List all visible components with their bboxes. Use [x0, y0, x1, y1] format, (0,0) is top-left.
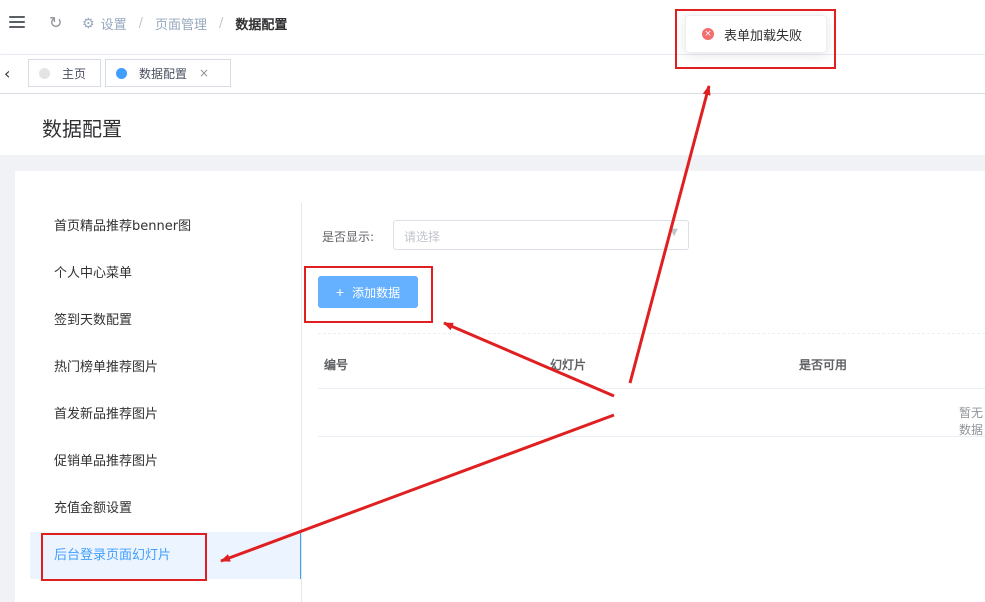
menu-item-promo-product-images[interactable]: 促销单品推荐图片 — [30, 438, 302, 485]
tab-home[interactable]: 主页 — [28, 59, 101, 87]
chevron-down-icon: ▼ — [670, 227, 678, 238]
tags-view-bar: ‹ 主页 数据配置 × — [0, 55, 985, 94]
plus-icon: + — [335, 284, 345, 300]
breadcrumb-item-page-management[interactable]: 页面管理 — [155, 14, 207, 33]
empty-text: 暂无数据 — [959, 406, 984, 437]
menu-divider — [301, 203, 302, 602]
add-data-button[interactable]: + 添加数据 — [318, 276, 418, 308]
tab-dot-icon — [116, 67, 127, 79]
toast-message: 表单加载失败 — [724, 28, 803, 44]
breadcrumb: ⚙ 设置 / 页面管理 / 数据配置 — [82, 14, 288, 34]
breadcrumb-item-settings[interactable]: 设置 — [101, 14, 127, 33]
chevron-left-icon[interactable]: ‹ — [4, 64, 10, 83]
divider — [318, 333, 985, 334]
menu-item-recharge-amount[interactable]: 充值金额设置 — [30, 485, 302, 532]
page-title: 数据配置 — [42, 117, 122, 141]
menu-item-new-product-images[interactable]: 首发新品推荐图片 — [30, 391, 302, 438]
gear-icon: ⚙ — [82, 15, 95, 32]
menu-item-home-banner[interactable]: 首页精品推荐benner图 — [30, 203, 302, 250]
tab-dot-icon — [39, 67, 50, 79]
column-header-id: 编号 — [324, 358, 349, 372]
error-icon: × — [702, 28, 714, 40]
tab-label: 数据配置 — [139, 66, 188, 81]
menu-item-login-slides[interactable]: 后台登录页面幻灯片 — [30, 532, 302, 579]
filter-label-is-visible: 是否显示: — [322, 230, 375, 244]
error-toast: × 表单加载失败 — [685, 15, 827, 53]
column-header-slide: 幻灯片 — [550, 358, 587, 372]
breadcrumb-separator: / — [138, 16, 143, 31]
table-empty-row: 暂无数据 — [318, 389, 985, 437]
close-icon[interactable]: × — [199, 66, 209, 80]
top-navbar: ↻ ⚙ 设置 / 页面管理 / 数据配置 — [0, 0, 985, 55]
menu-item-hot-ranking-images[interactable]: 热门榜单推荐图片 — [30, 344, 302, 391]
select-placeholder: 请选择 — [404, 230, 441, 244]
table-header: 编号 幻灯片 是否可用 — [318, 343, 985, 389]
is-visible-select[interactable]: 请选择 ▼ — [393, 220, 689, 250]
content-card: 首页精品推荐benner图 个人中心菜单 签到天数配置 热门榜单推荐图片 首发新… — [15, 171, 985, 602]
menu-item-user-center-menu[interactable]: 个人中心菜单 — [30, 250, 302, 297]
tab-label: 主页 — [62, 66, 87, 81]
breadcrumb-separator: / — [218, 16, 224, 31]
tab-data-config[interactable]: 数据配置 × — [105, 59, 231, 87]
page-header: 数据配置 — [0, 94, 985, 155]
hamburger-menu-icon[interactable] — [9, 16, 25, 30]
breadcrumb-item-current: 数据配置 — [235, 18, 288, 33]
column-header-enabled: 是否可用 — [799, 358, 848, 372]
add-data-button-label: 添加数据 — [352, 285, 401, 300]
menu-item-signin-days[interactable]: 签到天数配置 — [30, 297, 302, 344]
config-menu: 首页精品推荐benner图 个人中心菜单 签到天数配置 热门榜单推荐图片 首发新… — [30, 203, 302, 579]
refresh-icon[interactable]: ↻ — [49, 13, 62, 32]
